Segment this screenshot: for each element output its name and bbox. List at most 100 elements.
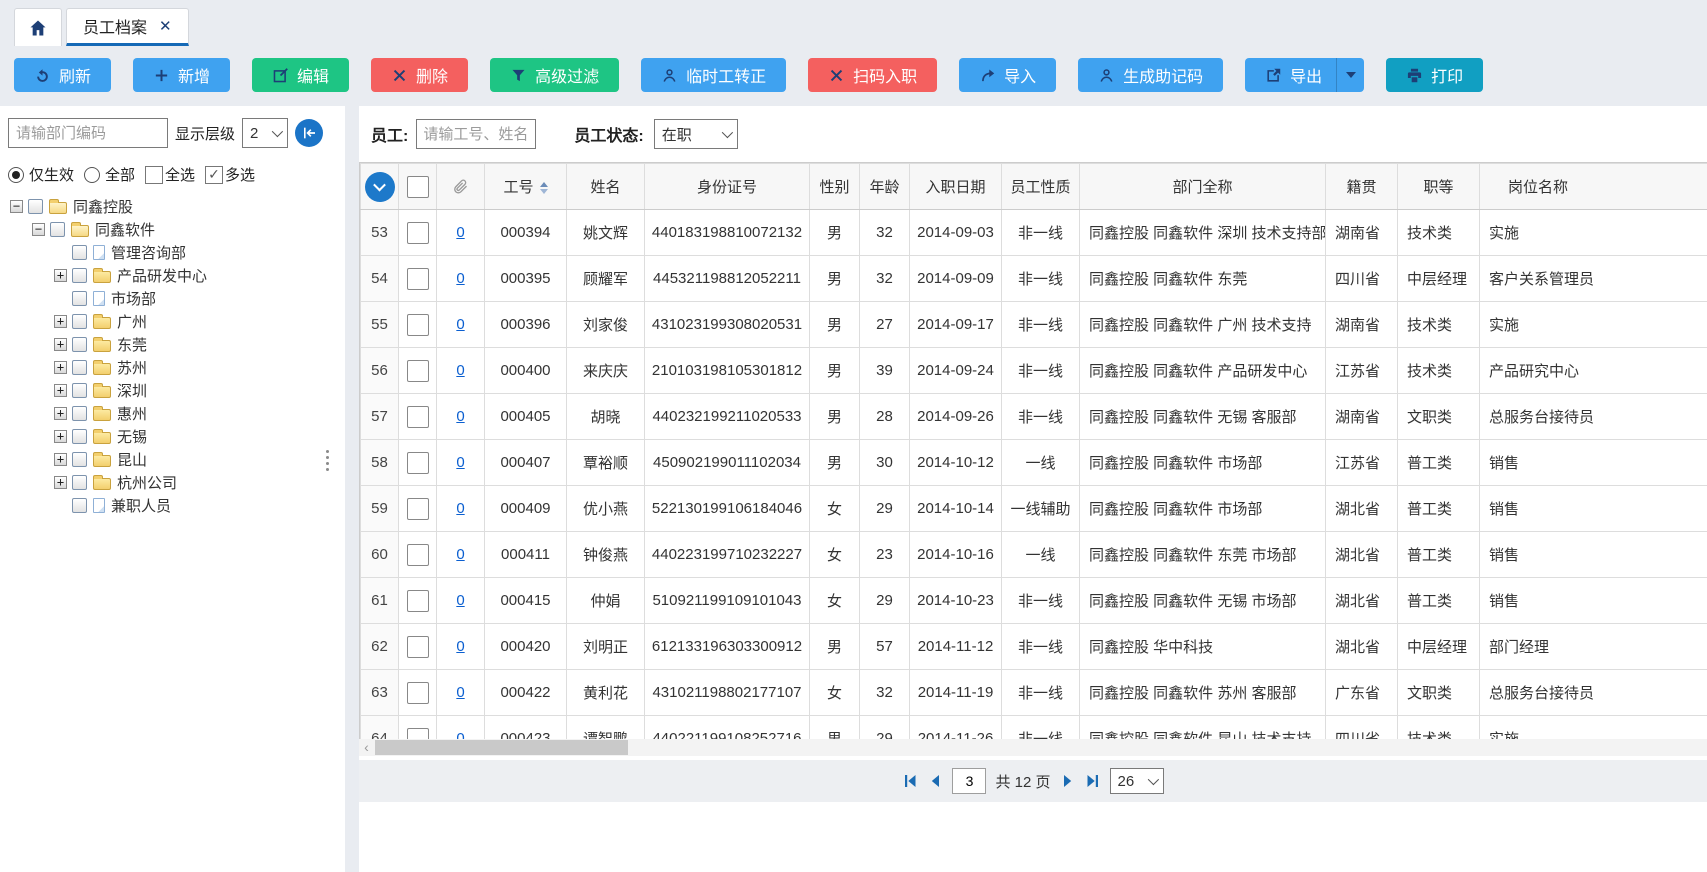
attachment-link[interactable]: 0 [456,638,464,655]
tree-checkbox[interactable] [72,360,87,375]
tree-node[interactable]: 广州 [8,310,337,333]
row-checkbox[interactable] [407,590,429,612]
expander-icon[interactable] [10,200,23,213]
dept-code-input[interactable] [8,118,168,148]
table-row[interactable]: 62 0 000420 刘明正 612133196303300912 男 57 … [361,624,1707,670]
attachment-link[interactable]: 0 [456,500,464,517]
table-row[interactable]: 54 0 000395 顾耀军 445321198812052211 男 32 … [361,256,1707,302]
row-checkbox[interactable] [407,498,429,520]
row-checkbox[interactable] [407,544,429,566]
tree-node[interactable]: 苏州 [8,356,337,379]
scroll-left-icon[interactable]: ‹ [359,740,374,755]
row-checkbox[interactable] [407,452,429,474]
table-row[interactable]: 63 0 000422 黄利花 431021198802177107 女 32 … [361,670,1707,716]
attachment-link[interactable]: 0 [456,270,464,287]
tree-checkbox[interactable] [72,406,87,421]
edit-button[interactable]: 编辑 [252,58,349,92]
print-button[interactable]: 打印 [1386,58,1483,92]
radio-all[interactable]: 全部 [84,164,135,185]
table-row[interactable]: 59 0 000409 优小燕 522130199106184046 女 29 … [361,486,1707,532]
table-row[interactable]: 61 0 000415 仲娟 510921199109101043 女 29 2… [361,578,1707,624]
delete-button[interactable]: 删除 [371,58,468,92]
tab-employee-archive[interactable]: 员工档案 ✕ [66,8,189,46]
close-icon[interactable]: ✕ [159,17,172,35]
tree-checkbox[interactable] [72,245,87,260]
expander-icon[interactable] [54,384,67,397]
scrollbar-thumb[interactable] [375,740,628,755]
radio-active-only[interactable]: 仅生效 [8,164,74,185]
row-checkbox[interactable] [407,222,429,244]
tree-node[interactable]: 兼职人员 [8,494,337,517]
table-row[interactable]: 57 0 000405 胡晓 440232199211020533 男 28 2… [361,394,1707,440]
checkbox-select-all[interactable]: 全选 [145,164,195,185]
employee-search-input[interactable] [416,119,536,149]
expander-icon[interactable] [54,476,67,489]
table-row[interactable]: 55 0 000396 刘家俊 431023199308020531 男 27 … [361,302,1707,348]
tree-checkbox[interactable] [72,452,87,467]
employee-status-select[interactable]: 在职 [654,119,738,149]
export-dropdown-caret[interactable] [1336,58,1364,92]
expander-icon[interactable] [54,361,67,374]
expander-icon[interactable] [54,338,67,351]
expand-all-button[interactable] [365,172,395,202]
attachment-link[interactable]: 0 [456,408,464,425]
tree-node[interactable]: 杭州公司 [8,471,337,494]
header-origin[interactable]: 籍贯 [1326,164,1398,210]
tree-node[interactable]: 同鑫软件 [8,218,337,241]
tree-checkbox[interactable] [28,199,43,214]
row-checkbox[interactable] [407,682,429,704]
scan-onboard-button[interactable]: 扫码入职 [808,58,937,92]
first-page-button[interactable] [902,773,918,789]
header-name[interactable]: 姓名 [567,164,645,210]
row-checkbox[interactable] [407,728,429,740]
expander-icon[interactable] [32,223,45,236]
select-all-checkbox[interactable] [407,176,429,198]
next-page-button[interactable] [1060,773,1076,789]
expander-icon[interactable] [54,430,67,443]
tree-checkbox[interactable] [50,222,65,237]
header-post[interactable]: 岗位名称 [1480,164,1707,210]
sort-icon[interactable] [540,182,548,194]
tree-node[interactable]: 产品研发中心 [8,264,337,287]
tree-node[interactable]: 昆山 [8,448,337,471]
row-checkbox[interactable] [407,636,429,658]
table-row[interactable]: 58 0 000407 覃裕顺 450902199011102034 男 30 … [361,440,1707,486]
add-button[interactable]: 新增 [133,58,230,92]
header-dept[interactable]: 部门全称 [1080,164,1326,210]
tree-checkbox[interactable] [72,291,87,306]
table-row[interactable]: 56 0 000400 来庆庆 210103198105301812 男 39 … [361,348,1707,394]
tree-checkbox[interactable] [72,429,87,444]
expander-icon[interactable] [54,453,67,466]
expander-icon[interactable] [54,315,67,328]
header-id[interactable]: 工号 [485,164,567,210]
import-button[interactable]: 导入 [959,58,1056,92]
tree-checkbox[interactable] [72,498,87,513]
attachment-link[interactable]: 0 [456,592,464,609]
table-row[interactable]: 64 0 000423 谭智鹏 440221199108252716 男 29 … [361,716,1707,740]
tree-node[interactable]: 东莞 [8,333,337,356]
last-page-button[interactable] [1085,773,1101,789]
header-gender[interactable]: 性别 [810,164,860,210]
expander-icon[interactable] [54,407,67,420]
export-button[interactable]: 导出 [1245,58,1364,92]
row-checkbox[interactable] [407,360,429,382]
prev-page-button[interactable] [927,773,943,789]
tree-node[interactable]: 无锡 [8,425,337,448]
tree-node[interactable]: 惠州 [8,402,337,425]
page-number-input[interactable] [952,768,986,794]
tree-node[interactable]: 同鑫控股 [8,195,337,218]
temp-to-regular-button[interactable]: 临时工转正 [641,58,786,92]
sidebar-resize-handle[interactable] [326,450,329,471]
expander-icon[interactable] [54,269,67,282]
tree-checkbox[interactable] [72,383,87,398]
table-row[interactable]: 60 0 000411 钟俊燕 440223199710232227 女 23 … [361,532,1707,578]
collapse-sidebar-button[interactable] [295,119,323,147]
table-row[interactable]: 53 0 000394 姚文辉 440183198810072132 男 32 … [361,210,1707,256]
attachment-link[interactable]: 0 [456,546,464,563]
row-checkbox[interactable] [407,268,429,290]
advanced-filter-button[interactable]: 高级过滤 [490,58,619,92]
page-size-select[interactable]: 26 [1110,768,1164,794]
checkbox-multi-select[interactable]: 多选 [205,164,255,185]
attachment-link[interactable]: 0 [456,730,464,739]
header-grade[interactable]: 职等 [1398,164,1480,210]
